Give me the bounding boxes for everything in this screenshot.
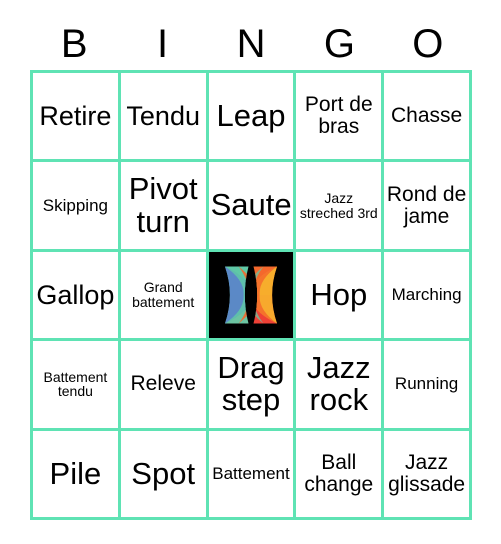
bingo-cell-r3c2[interactable]: Grand battement: [120, 251, 206, 339]
bingo-cell-r1c1[interactable]: Retire: [33, 73, 118, 160]
bingo-cell-r4c5[interactable]: Running: [384, 341, 469, 428]
bingo-cell-label: Pile: [49, 455, 102, 491]
bingo-cell-r3c4[interactable]: Hop: [296, 251, 382, 339]
bingo-cell-r2c1[interactable]: Skipping: [33, 162, 118, 249]
bingo-cell-r5c3[interactable]: Battement: [208, 430, 294, 517]
bingo-header-letter-g: G: [323, 22, 355, 66]
bingo-cell-r5c4[interactable]: Ball change: [296, 430, 382, 517]
bingo-cell-r4c2[interactable]: Releve: [120, 341, 206, 428]
bingo-cell-r1c5[interactable]: Chasse: [384, 73, 469, 160]
bingo-cell-label: Jazz rock: [306, 349, 371, 418]
free-space-arcs-icon: [224, 266, 278, 324]
bingo-cell-label: Battement: [212, 463, 290, 483]
bingo-cell-r2c5[interactable]: Rond de jame: [384, 162, 469, 249]
bingo-cell-label: Drag step: [217, 349, 285, 418]
bingo-cell-r5c5[interactable]: Jazz glissade: [384, 430, 469, 517]
bingo-cell-r2c2[interactable]: Pivot turn: [120, 162, 206, 249]
bingo-cell-r4c3[interactable]: Drag step: [208, 341, 294, 428]
bingo-cell-label: Grand battement: [132, 279, 195, 310]
bingo-free-space-cell[interactable]: [208, 251, 294, 339]
bingo-cell-label: Releve: [130, 372, 196, 396]
bingo-cell-r4c4[interactable]: Jazz rock: [296, 341, 382, 428]
bingo-cell-r1c3[interactable]: Leap: [208, 73, 294, 160]
bingo-header-letter-n: N: [236, 22, 266, 66]
bingo-cell-label: Gallop: [36, 279, 115, 310]
bingo-cell-r4c1[interactable]: Battement tendu: [33, 341, 118, 428]
bingo-cell-label: Port de bras: [304, 93, 373, 139]
bingo-cell-label: Saute: [210, 187, 292, 223]
bingo-cell-label: Spot: [131, 455, 196, 491]
bingo-cell-label: Running: [394, 374, 459, 394]
bingo-header-letter-o: O: [412, 22, 444, 66]
bingo-cell-r2c3[interactable]: Saute: [208, 162, 294, 249]
bingo-cell-label: Ball change: [304, 450, 374, 496]
bingo-cell-label: Battement tendu: [43, 368, 108, 400]
bingo-cell-label: Marching: [391, 285, 462, 305]
bingo-cell-label: Pivot turn: [128, 171, 198, 239]
bingo-card: B I N G O Retire Tendu Leap Port de bras Chasse S…: [0, 0, 501, 544]
bingo-cell-r3c5[interactable]: Marching: [384, 251, 469, 339]
bingo-cell-label: Leap: [216, 97, 286, 133]
bingo-header: BINGO: [30, 18, 472, 70]
bingo-cell-label: Jazz streched 3rd: [299, 189, 378, 221]
bingo-cell-r5c1[interactable]: Pile: [33, 430, 118, 517]
bingo-cell-label: Tendu: [126, 101, 200, 132]
bingo-cell-r5c2[interactable]: Spot: [120, 430, 206, 517]
bingo-cell-r1c2[interactable]: Tendu: [120, 73, 206, 160]
bingo-header-letter-i: I: [157, 22, 169, 66]
bingo-cell-label: Skipping: [42, 195, 108, 215]
bingo-cell-label: Rond de jame: [386, 182, 467, 228]
bingo-cell-label: Chasse: [390, 104, 463, 128]
bingo-cell-label: Hop: [310, 276, 368, 312]
bingo-header-letter-b: B: [60, 22, 88, 66]
bingo-cell-r2c4[interactable]: Jazz streched 3rd: [296, 162, 382, 249]
bingo-cell-label: Retire: [39, 101, 112, 132]
bingo-cell-r3c1[interactable]: Gallop: [33, 251, 118, 339]
bingo-grid: Retire Tendu Leap Port de bras Chasse Skippin…: [30, 70, 472, 520]
bingo-cell-r1c4[interactable]: Port de bras: [296, 73, 382, 160]
bingo-cell-label: Jazz glissade: [388, 450, 466, 496]
